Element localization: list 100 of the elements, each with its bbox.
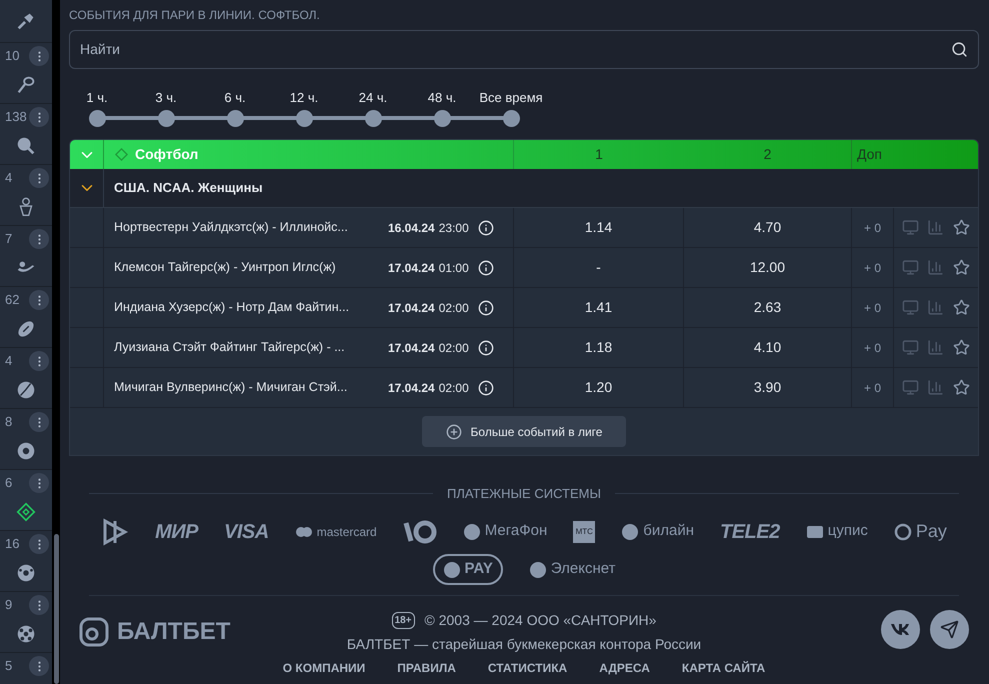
footer-link[interactable]: О КОМПАНИИ	[282, 658, 366, 676]
more-button[interactable]	[29, 229, 49, 249]
sidebar-sport-item[interactable]: 5	[0, 653, 52, 684]
event-time: 02:00	[438, 340, 469, 356]
slider-stop[interactable]	[296, 110, 312, 127]
event-row[interactable]: Индиана Хузерс(ж) - Нотр Дам Файтин... 17.04.24 02:00 1.41 2.63 + 0	[70, 288, 978, 328]
footer-link[interactable]: ПРАВИЛА	[397, 658, 456, 676]
star-icon[interactable]	[952, 379, 970, 396]
slider-stop[interactable]	[434, 110, 450, 127]
odds-cell[interactable]: 1.41	[514, 288, 684, 327]
column-header: Доп	[857, 145, 882, 164]
extra-markets-link[interactable]: + 0	[864, 378, 881, 396]
odds-cell[interactable]: 1.14	[514, 208, 684, 247]
slider-stop[interactable]	[364, 110, 382, 127]
payment-logo: VISA	[224, 520, 269, 544]
more-button[interactable]	[29, 107, 49, 127]
more-button[interactable]	[29, 595, 49, 615]
event-time: 02:00	[438, 380, 469, 396]
extra-markets-link[interactable]: + 0	[864, 298, 881, 316]
info-icon[interactable]	[478, 300, 494, 316]
field-icon	[114, 147, 129, 162]
payment-logo: МИР	[155, 520, 198, 544]
slider-label: 12 ч.	[290, 89, 318, 107]
odds-cell[interactable]: 12.00	[684, 248, 852, 287]
copyright: © 2003 — 2024 ООО «САНТОРИН»	[424, 610, 656, 630]
more-button[interactable]	[29, 473, 49, 493]
extra-markets-link[interactable]: + 0	[864, 338, 881, 356]
slider-label: 6 ч.	[224, 89, 246, 107]
more-button[interactable]	[29, 534, 49, 554]
extra-markets-link[interactable]: + 0	[864, 218, 881, 236]
odds-cell[interactable]: 1.18	[514, 328, 684, 367]
vk-icon	[890, 622, 910, 636]
info-icon[interactable]	[478, 380, 494, 396]
extra-markets-link[interactable]: + 0	[864, 258, 881, 276]
star-icon[interactable]	[952, 259, 970, 276]
sidebar-sport-item[interactable]: 6	[0, 470, 52, 531]
event-count: 62	[5, 291, 20, 310]
plus-icon	[446, 424, 462, 440]
slider-label: 3 ч.	[155, 89, 177, 107]
info-icon[interactable]	[478, 340, 494, 356]
event-date: 17.04.24	[388, 260, 435, 276]
more-button[interactable]	[29, 168, 49, 188]
more-button[interactable]	[29, 656, 49, 676]
payment-logo: МТС	[573, 520, 596, 542]
odds-cell[interactable]: 3.90	[684, 368, 852, 407]
brand-logo-icon	[79, 616, 109, 646]
odds-cell[interactable]: -	[514, 248, 684, 287]
more-button[interactable]	[29, 351, 49, 371]
event-count: 5	[5, 657, 12, 676]
event-row[interactable]: Нортвестерн Уайлдкэтс(ж) - Иллинойс... 16.04.24 23:00 1.14 4.70 + 0	[70, 208, 978, 248]
logo-icon	[462, 522, 481, 540]
ring-logo-icon	[402, 518, 437, 544]
star-icon[interactable]	[952, 219, 970, 236]
event-name[interactable]: Луизиана Стэйт Файтинг Тайгерс(ж) - ...	[114, 338, 388, 357]
event-time: 23:00	[438, 220, 469, 236]
event-count: 7	[5, 230, 12, 248]
event-name[interactable]: Клемсон Тайгерс(ж) - Уинтроп Иглс(ж)	[114, 258, 388, 277]
slider-stop[interactable]	[226, 110, 244, 127]
event-row[interactable]: Мичиган Вулверинс(ж) - Мичиган Стэй... 17.04.24 02:00 1.20 3.90 + 0	[70, 368, 978, 408]
event-name[interactable]: Индиана Хузерс(ж) - Нотр Дам Файтин...	[114, 298, 388, 317]
payment-logo: МегаФон	[484, 521, 548, 542]
logo-icon	[621, 522, 640, 540]
star-icon[interactable]	[952, 339, 970, 356]
search-input[interactable]: Найти	[80, 39, 951, 60]
more-button[interactable]	[29, 290, 49, 310]
star-icon[interactable]	[952, 299, 970, 316]
more-button[interactable]	[29, 412, 49, 432]
vk-button[interactable]	[880, 610, 920, 648]
odds-cell[interactable]: 4.10	[684, 328, 852, 367]
odds-cell[interactable]: 2.63	[684, 288, 852, 327]
age-badge: 18+	[392, 612, 415, 628]
slider-stop[interactable]	[158, 110, 174, 127]
sidebar-sport-item[interactable]: 4	[0, 348, 52, 409]
odds-cell[interactable]: 4.70	[684, 208, 852, 247]
telegram-button[interactable]	[930, 610, 969, 648]
sidebar-sport-item[interactable]: 16	[0, 531, 52, 592]
more-button[interactable]	[29, 46, 49, 66]
odds-cell[interactable]: 1.20	[514, 368, 684, 407]
event-row[interactable]: Клемсон Тайгерс(ж) - Уинтроп Иглс(ж) 17.04.24 01:00 - 12.00 + 0	[70, 248, 978, 288]
footer-link[interactable]: АДРЕСА	[599, 658, 650, 676]
slider-stop[interactable]	[88, 110, 106, 127]
event-date: 17.04.24	[388, 300, 435, 316]
event-row[interactable]: Луизиана Стэйт Файтинг Тайгерс(ж) - ... 17.04.24 02:00 1.18 4.10 + 0	[70, 328, 978, 368]
event-name[interactable]: Мичиган Вулверинс(ж) - Мичиган Стэй...	[114, 378, 388, 397]
scrollbar-thumb[interactable]	[54, 534, 58, 684]
event-name[interactable]: Нортвестерн Уайлдкэтс(ж) - Иллинойс...	[114, 218, 388, 237]
slider-stop[interactable]	[502, 110, 520, 127]
slider-label: 1 ч.	[86, 89, 108, 107]
search-icon	[951, 41, 968, 58]
search-field[interactable]: Найти	[69, 30, 979, 69]
footer-link[interactable]: КАРТА САЙТА	[682, 658, 766, 676]
column-header: 2	[764, 145, 772, 164]
more-events-button[interactable]: Больше событий в лиге	[422, 416, 626, 447]
info-icon[interactable]	[478, 260, 494, 276]
footer-link[interactable]: СТАТИСТИКА	[488, 658, 568, 676]
league-row[interactable]: США. NCAA. Женщины	[70, 169, 978, 208]
emblem-icon	[442, 560, 461, 578]
event-time: 02:00	[438, 300, 469, 316]
info-icon[interactable]	[478, 220, 494, 236]
sidebar-sport-item[interactable]: 9	[0, 592, 52, 653]
